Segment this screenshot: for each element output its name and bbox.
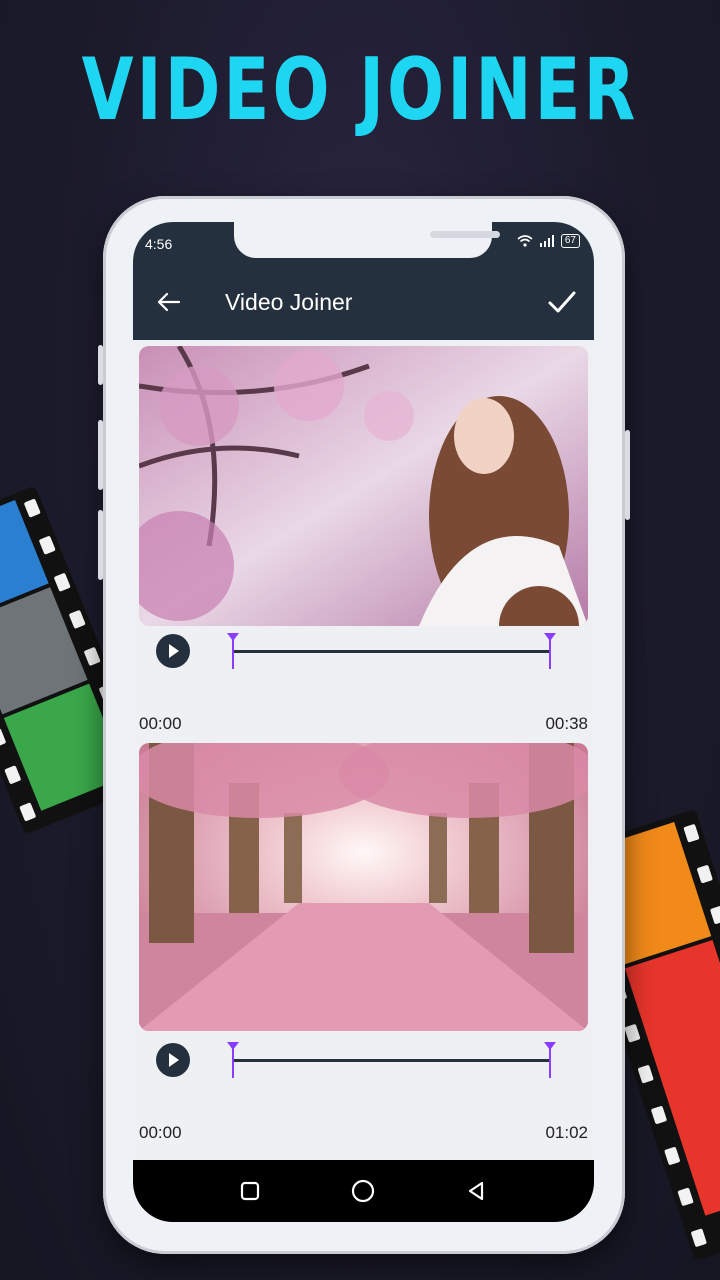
app-bar: 4:56 67 Video Joiner <box>133 222 594 340</box>
play-icon <box>169 644 179 658</box>
status-icons: 67 <box>517 234 580 248</box>
trim-end-handle[interactable] <box>544 633 556 669</box>
phone-side-button <box>98 345 103 385</box>
clip-end-time: 00:38 <box>545 714 588 733</box>
video-thumbnail[interactable] <box>139 743 588 1031</box>
phone-side-button <box>98 420 103 490</box>
play-icon <box>169 1053 179 1067</box>
clip-end-time: 01:02 <box>545 1123 588 1142</box>
phone-side-button <box>98 510 103 580</box>
play-button[interactable] <box>156 1043 190 1077</box>
back-button[interactable] <box>153 286 185 318</box>
trim-end-handle[interactable] <box>544 1042 556 1078</box>
phone-side-button <box>625 430 630 520</box>
recents-button[interactable] <box>235 1176 265 1206</box>
clip-item: 00:00 01:02 <box>133 738 594 1158</box>
recents-square-icon <box>240 1181 260 1201</box>
back-triangle-icon <box>468 1181 484 1201</box>
promo-headline: VIDEO JOINER <box>81 40 639 140</box>
trim-start-handle[interactable] <box>227 633 239 669</box>
confirm-button[interactable] <box>544 284 580 320</box>
arrow-left-icon <box>157 292 181 312</box>
clip-start-time: 00:00 <box>139 714 182 733</box>
home-circle-icon <box>351 1179 375 1203</box>
system-nav-bar <box>133 1160 594 1222</box>
trim-start-handle[interactable] <box>227 1042 239 1078</box>
home-button[interactable] <box>348 1176 378 1206</box>
status-time: 4:56 <box>145 236 173 252</box>
trim-track[interactable] <box>233 1059 550 1062</box>
play-button[interactable] <box>156 634 190 668</box>
phone-screen: 4:56 67 Video Joiner 00:00 00:38 00:00 0… <box>133 222 594 1222</box>
clip-start-time: 00:00 <box>139 1123 182 1142</box>
trim-track[interactable] <box>233 650 550 653</box>
system-back-button[interactable] <box>461 1176 491 1206</box>
wifi-icon <box>517 235 533 247</box>
page-title: Video Joiner <box>225 289 353 315</box>
signal-icon <box>539 235 554 247</box>
clip-item: 00:00 00:38 <box>133 340 594 740</box>
check-icon <box>548 291 576 313</box>
phone-notch <box>234 222 500 258</box>
video-thumbnail[interactable] <box>139 346 588 626</box>
clip-list: 00:00 00:38 00:00 01:02 <box>133 340 594 1160</box>
battery-icon: 67 <box>560 234 580 248</box>
